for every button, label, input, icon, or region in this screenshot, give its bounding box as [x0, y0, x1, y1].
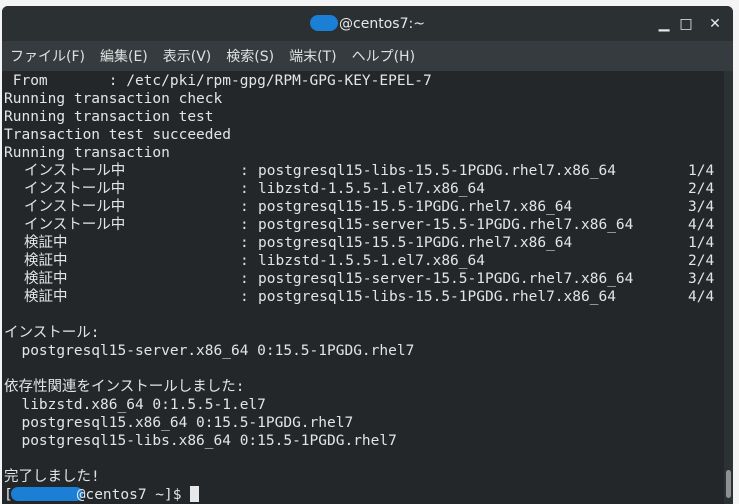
separator: : [240, 181, 249, 197]
step-count: 4/4 [688, 217, 715, 233]
output-text: Transaction test succeeded [4, 127, 231, 143]
terminal-line: 完了しました! [2, 468, 724, 486]
shell-prompt: @centos7 ~]$ [76, 487, 191, 503]
terminal-window: @centos7:~ ▁ □ ✕ ファイル(F) 編集(E) 表示(V) 検索(… [2, 6, 733, 504]
terminal-line: インストール中: postgresql15-server-15.5-1PGDG.r… [2, 216, 724, 234]
dependency-package: postgresql15-libs.x86_64 0:15.5-1PGDG.rh… [4, 433, 397, 449]
redacted-username [10, 487, 83, 501]
window-title: @centos7:~ [2, 15, 733, 32]
output-text: Running transaction test [4, 109, 214, 125]
separator: : [240, 235, 249, 251]
step-count: 3/4 [688, 271, 715, 287]
step-status: 検証中 [24, 271, 68, 287]
step-status: インストール中 [24, 199, 126, 215]
menu-help[interactable]: ヘルプ(H) [352, 46, 415, 66]
menu-edit[interactable]: 編集(E) [100, 46, 148, 66]
separator: : [240, 163, 249, 179]
step-status: インストール中 [24, 163, 126, 179]
step-count: 4/4 [688, 289, 715, 305]
menu-file[interactable]: ファイル(F) [10, 46, 85, 66]
terminal-line: postgresql15-libs.x86_64 0:15.5-1PGDG.rh… [2, 432, 724, 450]
step-count: 2/4 [688, 253, 715, 269]
step-package: postgresql15-15.5-1PGDG.rhel7.x86_64 [258, 235, 573, 251]
terminal-line: postgresql15.x86_64 0:15.5-1PGDG.rhel7 [2, 414, 724, 432]
terminal-line: postgresql15-server.x86_64 0:15.5-1PGDG.… [2, 342, 724, 360]
step-status: 検証中 [24, 289, 68, 305]
step-status: インストール中 [24, 181, 126, 197]
step-package: postgresql15-server-15.5-1PGDG.rhel7.x86… [258, 217, 634, 233]
dependency-package: libzstd.x86_64 0:1.5.5-1.el7 [4, 397, 266, 413]
terminal-line: From : /etc/pki/rpm-gpg/RPM-GPG-KEY-EPEL… [2, 72, 724, 90]
cursor [190, 486, 200, 502]
terminal-line: [@centos7 ~]$ [2, 486, 724, 504]
output-text: Running transaction check [4, 91, 223, 107]
step-status: 検証中 [24, 253, 68, 269]
separator: : [240, 271, 249, 287]
menu-bar: ファイル(F) 編集(E) 表示(V) 検索(S) 端末(T) ヘルプ(H) [2, 41, 733, 71]
terminal-line: インストール中: postgresql15-libs-15.5-1PGDG.rhe… [2, 162, 724, 180]
scrollbar[interactable] [724, 71, 733, 504]
terminal-line: Running transaction [2, 144, 724, 162]
step-status: 検証中 [24, 235, 68, 251]
scrollbar-thumb[interactable] [726, 470, 731, 498]
separator: : [240, 199, 249, 215]
step-package: postgresql15-15.5-1PGDG.rhel7.x86_64 [258, 199, 573, 215]
terminal-line: libzstd.x86_64 0:1.5.5-1.el7 [2, 396, 724, 414]
terminal-line: インストール中: libzstd-1.5.5-1.el7.x86_64 2/4 [2, 180, 724, 198]
installed-package: postgresql15-server.x86_64 0:15.5-1PGDG.… [4, 343, 415, 359]
output-text: From : /etc/pki/rpm-gpg/RPM-GPG-KEY-EPEL… [4, 73, 432, 89]
step-count: 1/4 [688, 163, 715, 179]
maximize-button[interactable]: □ [676, 14, 696, 34]
menu-terminal[interactable]: 端末(T) [289, 46, 336, 66]
close-button[interactable]: ✕ [705, 14, 725, 34]
step-package: postgresql15-server-15.5-1PGDG.rhel7.x86… [258, 271, 634, 287]
title-text: @centos7:~ [339, 16, 425, 32]
separator: : [240, 253, 249, 269]
terminal-line: 検証中: postgresql15-15.5-1PGDG.rhel7.x86_64… [2, 234, 724, 252]
menu-search[interactable]: 検索(S) [226, 46, 274, 66]
minimize-button[interactable]: ▁ [654, 14, 674, 34]
redacted-username [310, 15, 339, 31]
separator: : [240, 217, 249, 233]
menu-view[interactable]: 表示(V) [163, 46, 212, 66]
terminal-line: 検証中: libzstd-1.5.5-1.el7.x86_64 2/4 [2, 252, 724, 270]
step-package: libzstd-1.5.5-1.el7.x86_64 [258, 181, 485, 197]
step-package: postgresql15-libs-15.5-1PGDG.rhel7.x86_6… [258, 163, 616, 179]
title-bar[interactable]: @centos7:~ ▁ □ ✕ [2, 6, 733, 41]
dependency-package: postgresql15.x86_64 0:15.5-1PGDG.rhel7 [4, 415, 354, 431]
done-message: 完了しました! [4, 469, 100, 485]
terminal-line: 依存性関連をインストールしました: [2, 378, 724, 396]
installed-header: インストール: [4, 325, 100, 341]
deps-header: 依存性関連をインストールしました: [4, 379, 245, 395]
terminal-line: インストール中: postgresql15-15.5-1PGDG.rhel7.x8… [2, 198, 724, 216]
step-package: libzstd-1.5.5-1.el7.x86_64 [258, 253, 485, 269]
terminal-output[interactable]: From : /etc/pki/rpm-gpg/RPM-GPG-KEY-EPEL… [2, 71, 724, 504]
step-count: 1/4 [688, 235, 715, 251]
separator: : [240, 289, 249, 305]
step-package: postgresql15-libs-15.5-1PGDG.rhel7.x86_6… [258, 289, 616, 305]
step-status: インストール中 [24, 217, 126, 233]
terminal-line: Running transaction check [2, 90, 724, 108]
terminal-line: Transaction test succeeded [2, 126, 724, 144]
terminal-line: Running transaction test [2, 108, 724, 126]
terminal-line: インストール: [2, 324, 724, 342]
step-count: 2/4 [688, 181, 715, 197]
step-count: 3/4 [688, 199, 715, 215]
terminal-line: 検証中: postgresql15-server-15.5-1PGDG.rhel7… [2, 270, 724, 288]
output-text: Running transaction [4, 145, 170, 161]
terminal-line: 検証中: postgresql15-libs-15.5-1PGDG.rhel7.x… [2, 288, 724, 306]
